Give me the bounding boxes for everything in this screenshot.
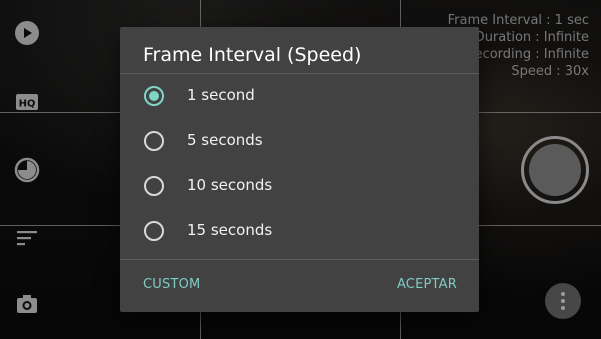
dialog-title: Frame Interval (Speed) [143, 44, 362, 66]
option-label: 5 seconds [187, 131, 263, 149]
radio-unchecked[interactable] [144, 131, 164, 151]
option-15-seconds[interactable]: 15 seconds [120, 209, 479, 253]
option-5-seconds[interactable]: 5 seconds [120, 119, 479, 163]
radio-checked[interactable] [144, 86, 164, 106]
option-label: 15 seconds [187, 221, 273, 239]
option-label: 1 second [187, 86, 255, 104]
option-10-seconds[interactable]: 10 seconds [120, 164, 479, 208]
custom-button[interactable]: CUSTOM [143, 277, 200, 292]
option-label: 10 seconds [187, 176, 273, 194]
option-1-second[interactable]: 1 second [120, 74, 479, 118]
radio-unchecked[interactable] [144, 176, 164, 196]
frame-interval-dialog: Frame Interval (Speed) 1 second 5 second… [120, 27, 479, 312]
accept-button[interactable]: ACEPTAR [397, 277, 457, 292]
dialog-divider-bottom [120, 259, 479, 260]
radio-unchecked[interactable] [144, 221, 164, 241]
